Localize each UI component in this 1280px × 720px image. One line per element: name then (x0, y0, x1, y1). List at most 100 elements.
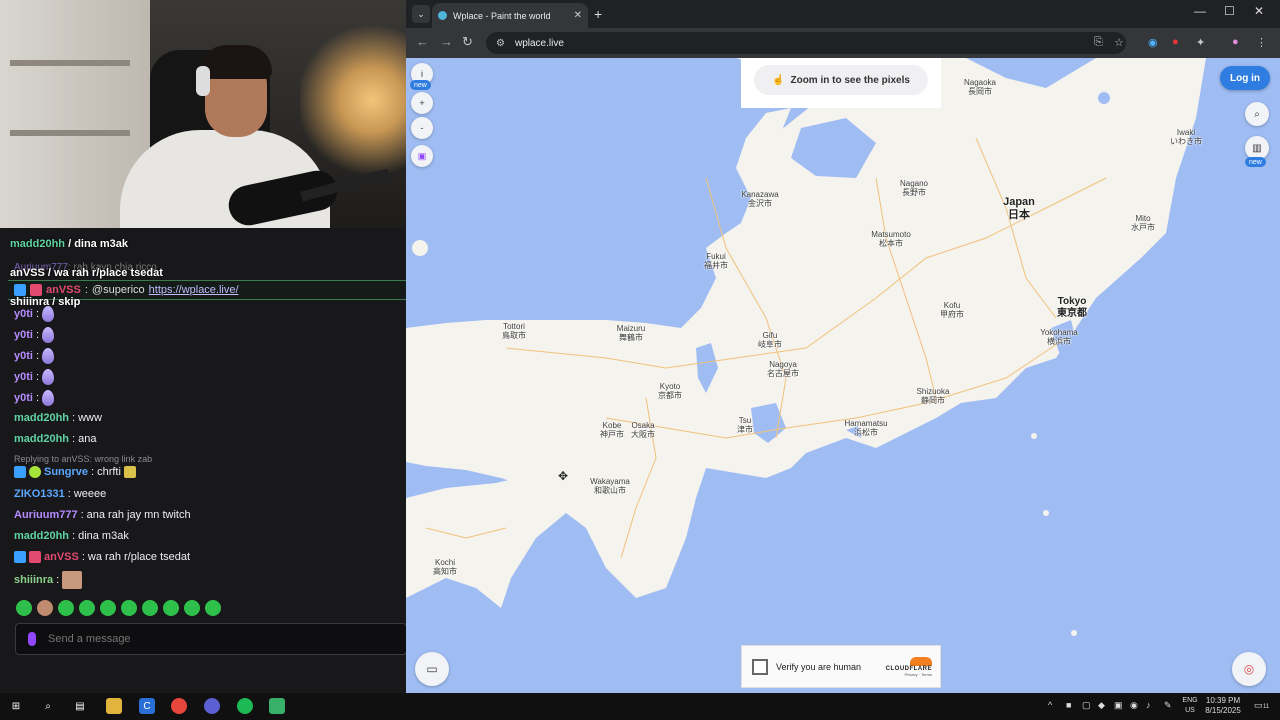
menu-icon[interactable]: ⋮ (1256, 36, 1267, 49)
discord-icon[interactable] (204, 698, 220, 714)
drop-emote (42, 369, 55, 385)
chat-message: madd20hh: ana (14, 433, 97, 445)
city-label: Tokyo 東京都 (1057, 296, 1087, 319)
search-location-icon[interactable]: ⌕ (1245, 102, 1269, 126)
pinned-link[interactable]: https://wplace.live/ (149, 284, 239, 296)
world-map[interactable]: Nagaoka 長岡市 Iwaki いわき市 Nagano 長野市 Kanazawa 金… (406, 58, 1280, 693)
city-label: Kochi 高知市 (433, 558, 457, 577)
stream-panel: madd20hh / dina m3ak Auriuum777: rah kay… (0, 0, 406, 693)
emote[interactable] (121, 600, 137, 616)
zoom-hint[interactable]: ☝ Zoom in to see the pixels (754, 65, 928, 95)
address-bar[interactable]: ⚙ wplace.live (486, 32, 1126, 54)
zoom-in-button[interactable]: + (411, 92, 433, 114)
screen: madd20hh / dina m3ak Auriuum777: rah kay… (0, 0, 1280, 720)
extensions-puzzle-icon[interactable]: ✦ (1196, 36, 1205, 49)
emote[interactable] (142, 600, 158, 616)
chat-message: y0ti: (14, 390, 55, 406)
file-explorer-icon[interactable] (106, 698, 122, 714)
notification-icon[interactable]: ▭ (1254, 700, 1263, 711)
captcha-widget: Verify you are human CLOUDFLARE Privacy … (741, 645, 941, 688)
drop-emote (42, 348, 55, 364)
forward-icon[interactable]: → (440, 34, 453, 49)
minimize-icon[interactable]: — (1194, 4, 1206, 18)
city-label: Yokohama 横浜市 (1040, 328, 1078, 347)
city-label: Maizuru 舞鶴市 (616, 324, 646, 343)
volume-icon[interactable]: ♪ (1146, 700, 1151, 710)
city-label: Kobe 神戸市 (600, 421, 624, 440)
emote[interactable] (184, 600, 200, 616)
locate-icon[interactable]: ◎ (1232, 652, 1266, 686)
bookmark-star-icon[interactable]: ☆ (1114, 36, 1124, 49)
chat-message: y0ti: (14, 369, 55, 385)
task-view-icon[interactable]: ▤ (72, 698, 88, 714)
reload-icon[interactable]: ↻ (462, 34, 473, 50)
chat-message: y0ti: (14, 306, 55, 322)
tray-icon[interactable]: ▣ (1114, 700, 1123, 711)
emote[interactable] (37, 600, 53, 616)
install-icon[interactable]: ⎘ (1094, 36, 1103, 49)
back-icon[interactable]: ← (416, 34, 429, 49)
overlay-line: madd20hh / dina m3ak (10, 238, 128, 250)
city-label: Nagano 長野市 (899, 179, 929, 198)
clock[interactable]: 10:39 PM 8/15/2025 (1200, 696, 1246, 717)
city-label: Tottori 鳥取市 (502, 322, 526, 341)
tray-chevron-icon[interactable]: ^ (1048, 700, 1052, 710)
close-tab-icon[interactable]: ✕ (574, 10, 582, 21)
city-label: Gifu 岐阜市 (758, 331, 782, 350)
tray-icon[interactable]: ■ (1066, 700, 1071, 710)
pen-icon[interactable]: ✎ (1164, 700, 1172, 711)
emote[interactable] (205, 600, 221, 616)
paint-button[interactable]: ▭ (415, 652, 449, 686)
reply-hint: Replying to anVSS: wrong link zab (14, 454, 153, 464)
emote-bar (16, 600, 221, 616)
overlay-line: anVSS / wa rah r/place tsedat (10, 267, 163, 279)
chat-message: y0ti: (14, 348, 55, 364)
search-icon[interactable]: ⌕ (40, 698, 56, 714)
city-label: Wakayama 和歌山市 (590, 477, 630, 496)
chat-input-box[interactable] (15, 623, 406, 655)
tray-icon[interactable]: ▢ (1082, 700, 1091, 711)
profile-avatar-icon[interactable]: ● (1232, 36, 1239, 48)
twitch-icon[interactable]: ▣ (411, 145, 433, 167)
city-label: Tsu 津市 (737, 416, 753, 435)
new-tab-icon[interactable]: + (594, 6, 602, 22)
emote[interactable] (79, 600, 95, 616)
microphone-icon[interactable] (28, 632, 36, 646)
start-button[interactable]: ⊞ (8, 698, 24, 714)
city-label: Fukui 福井市 (704, 252, 728, 271)
tray-icon[interactable]: ◆ (1098, 700, 1105, 711)
city-label: Kyoto 京都市 (658, 382, 682, 401)
chat-input[interactable] (48, 633, 348, 645)
map-land (406, 58, 1206, 636)
emote[interactable] (16, 600, 32, 616)
site-info-icon[interactable]: ⚙ (496, 38, 505, 49)
login-button[interactable]: Log in (1220, 66, 1270, 90)
language-indicator[interactable]: ENG US (1180, 696, 1200, 716)
chat-message: anVSS: wa rah r/place tsedat (14, 551, 190, 563)
extension-icon[interactable]: ● (1172, 36, 1179, 48)
close-window-icon[interactable]: ✕ (1254, 4, 1264, 18)
browser-window: ⌄ Wplace - Paint the world ✕ + — ☐ ✕ ← →… (406, 0, 1280, 693)
chrome-icon[interactable] (171, 698, 187, 714)
browser-toolbar: ← → ↻ ⚙ wplace.live ⎘ ☆ ◉ ● ✦ ● ⋮ (406, 28, 1280, 58)
taskbar: ⊞ ⌕ ▤ C ^ ■ ▢ ◆ ▣ ◉ ♪ ✎ ENG US 10:39 PM 8/… (0, 693, 1280, 720)
network-icon[interactable]: ◉ (1130, 700, 1138, 711)
city-label: Mito 水戸市 (1131, 214, 1155, 233)
extension-icon[interactable]: ◉ (1148, 36, 1158, 49)
app-icon[interactable] (269, 698, 285, 714)
tab-wplace[interactable]: Wplace - Paint the world ✕ (432, 3, 588, 28)
app-icon[interactable]: C (139, 698, 155, 714)
favicon-icon (438, 11, 447, 20)
emote[interactable] (100, 600, 116, 616)
captcha-links[interactable]: Privacy · Terms (905, 672, 932, 677)
emote[interactable] (163, 600, 179, 616)
maximize-icon[interactable]: ☐ (1224, 4, 1235, 18)
zoom-out-button[interactable]: - (411, 117, 433, 139)
tab-search-icon[interactable]: ⌄ (412, 5, 430, 23)
city-label: Nagoya 名古屋市 (767, 360, 799, 379)
emote[interactable] (58, 600, 74, 616)
city-label: Matsumoto 松本市 (871, 230, 911, 249)
spotify-icon[interactable] (237, 698, 253, 714)
notification-count: 11 (1263, 704, 1270, 710)
captcha-checkbox[interactable] (752, 658, 768, 675)
